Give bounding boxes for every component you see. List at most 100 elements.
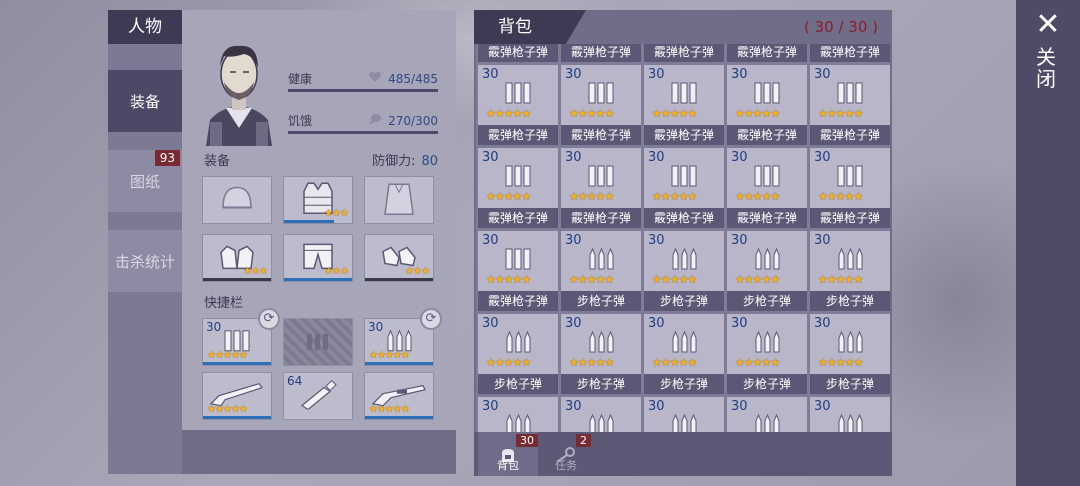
backpack-item[interactable]: 霰弹枪子弹 bbox=[727, 44, 807, 62]
item-stars: ★★★★★ bbox=[818, 273, 863, 286]
helmet-icon bbox=[222, 186, 252, 209]
backpack-item[interactable]: 30 ★★★★★ 步枪子弹 bbox=[561, 231, 641, 311]
backpack-item[interactable]: 30 ★★★★★ 霰弹枪子弹 bbox=[478, 148, 558, 228]
backpack-item[interactable]: 30 ★★★★★ 霰弹枪子弹 bbox=[644, 148, 724, 228]
equip-slot-shoes[interactable]: ★★★ bbox=[364, 234, 434, 282]
item-name: 霰弹枪子弹 bbox=[478, 44, 558, 62]
item-count: 30 bbox=[731, 316, 748, 331]
backpack-item[interactable]: 30 ★★★★★ 步枪子弹 bbox=[810, 231, 890, 311]
quickbar-slot-4-bar bbox=[203, 416, 271, 419]
item-stars: ★★★★★ bbox=[735, 273, 780, 286]
rifle-ammo-icon bbox=[503, 330, 533, 358]
equip-slot-gloves[interactable]: ★★★ bbox=[202, 234, 272, 282]
equip-slot-cloak[interactable] bbox=[364, 176, 434, 224]
backpack-item[interactable]: 30 ★★★★★ 霰弹枪子弹 bbox=[727, 148, 807, 228]
item-count: 30 bbox=[648, 399, 665, 414]
backpack-tab-badge: 30 bbox=[516, 434, 538, 447]
item-count: 30 bbox=[814, 67, 831, 82]
tab-equipment[interactable]: 装备 bbox=[108, 70, 182, 132]
shotgun-shells-icon bbox=[586, 81, 616, 109]
heart-icon bbox=[368, 71, 382, 82]
pants-durability-bar bbox=[284, 278, 352, 281]
backpack-item[interactable]: 霰弹枪子弹 bbox=[561, 44, 641, 62]
item-count: 30 bbox=[648, 233, 665, 248]
backpack-item[interactable]: 30 ★★★★★ 步枪子弹 bbox=[810, 314, 890, 394]
defense-label: 防御力: bbox=[372, 154, 416, 169]
character-portrait bbox=[196, 34, 282, 146]
quickbar-slot-6[interactable]: ★★★★★ bbox=[364, 372, 434, 420]
close-label[interactable]: 关闭 bbox=[1036, 46, 1060, 90]
health-label: 健康 bbox=[288, 72, 313, 86]
equip-slot-pants[interactable]: ★★★ bbox=[283, 234, 353, 282]
backpack-footer: 30 背包 2 任务 bbox=[474, 432, 892, 476]
equip-slot-armor[interactable]: ★★★ bbox=[283, 176, 353, 224]
backpack-item[interactable]: 30 bbox=[727, 397, 807, 432]
backpack-item[interactable]: 30 ★★★★★ 霰弹枪子弹 bbox=[561, 148, 641, 228]
shotgun-shells-icon bbox=[752, 81, 782, 109]
backpack-item[interactable]: 30 ★★★★★ 步枪子弹 bbox=[561, 314, 641, 394]
item-stars: ★★★★★ bbox=[569, 273, 614, 286]
backpack-item[interactable]: 30 ★★★★★ 步枪子弹 bbox=[644, 314, 724, 394]
refresh-icon[interactable]: ⟳ bbox=[420, 308, 442, 330]
shotgun-shells-icon bbox=[835, 81, 865, 109]
item-name: 霰弹枪子弹 bbox=[727, 125, 807, 145]
backpack-item[interactable]: 30 ★★★★★ 霰弹枪子弹 bbox=[644, 65, 724, 145]
meat-icon bbox=[368, 114, 381, 125]
backpack-item[interactable]: 30 ★★★★★ 步枪子弹 bbox=[644, 231, 724, 311]
backpack-item[interactable]: 30 ★★★★★ 步枪子弹 bbox=[478, 314, 558, 394]
health-stat: 健康 485/485 bbox=[288, 66, 438, 92]
item-count: 30 bbox=[648, 316, 665, 331]
refresh-icon[interactable]: ⟳ bbox=[258, 308, 280, 330]
equipment-title: 装备 bbox=[204, 154, 231, 169]
tasks-tab-badge: 2 bbox=[576, 434, 591, 447]
backpack-item[interactable]: 30 bbox=[644, 397, 724, 432]
tab-kill-stats[interactable]: 击杀统计 bbox=[108, 230, 182, 292]
backpack-item[interactable]: 30 ★★★★★ 霰弹枪子弹 bbox=[810, 65, 890, 145]
backpack-item[interactable]: 30 ★★★★★ 霰弹枪子弹 bbox=[727, 65, 807, 145]
quickbar-slot-5[interactable]: 64 bbox=[283, 372, 353, 420]
item-name: 霰弹枪子弹 bbox=[561, 44, 641, 62]
quickbar-slot-4[interactable]: ★★★★★ bbox=[202, 372, 272, 420]
hunger-stat: 饥饿 270/300 bbox=[288, 108, 438, 134]
shotgun-shells-icon bbox=[835, 164, 865, 192]
item-count: 30 bbox=[482, 150, 499, 165]
backpack-grid: 霰弹枪子弹 霰弹枪子弹 霰弹枪子弹 霰弹枪子弹 霰弹枪子弹 30 ★★★★★ 霰弹枪子弹 30 ★… bbox=[476, 44, 890, 432]
backpack-item[interactable]: 30 ★★★★★ 霰弹枪子弹 bbox=[561, 65, 641, 145]
tab-backpack[interactable]: 30 背包 bbox=[478, 432, 538, 476]
tab-tasks[interactable]: 2 任务 bbox=[536, 432, 596, 476]
backpack-item[interactable]: 30 ★★★★★ 霰弹枪子弹 bbox=[810, 148, 890, 228]
backpack-item[interactable]: 霰弹枪子弹 bbox=[478, 44, 558, 62]
backpack-item[interactable]: 30 ★★★★★ 步枪子弹 bbox=[727, 314, 807, 394]
item-count: 30 bbox=[814, 316, 831, 331]
item-name: 步枪子弹 bbox=[810, 291, 890, 311]
item-count: 30 bbox=[482, 233, 499, 248]
quickbar-slot-2[interactable] bbox=[283, 318, 353, 366]
item-count: 30 bbox=[648, 67, 665, 82]
backpack-item[interactable]: 霰弹枪子弹 bbox=[644, 44, 724, 62]
quickbar-slot-1-count: 30 bbox=[206, 320, 222, 334]
equip-slot-helmet[interactable] bbox=[202, 176, 272, 224]
backpack-item[interactable]: 30 ★★★★★ 霰弹枪子弹 bbox=[478, 231, 558, 311]
backpack-item[interactable]: 30 bbox=[810, 397, 890, 432]
quickbar-slot-3-bar bbox=[365, 362, 433, 365]
item-stars: ★★★★★ bbox=[486, 107, 531, 120]
item-stars: ★★★★★ bbox=[569, 190, 614, 203]
item-count: 30 bbox=[482, 316, 499, 331]
item-stars: ★★★★★ bbox=[486, 273, 531, 286]
item-count: 30 bbox=[731, 233, 748, 248]
quickbar-slot-4-stars: ★★★★★ bbox=[207, 404, 248, 415]
backpack-item[interactable]: 30 bbox=[561, 397, 641, 432]
backpack-item[interactable]: 30 ★★★★★ 步枪子弹 bbox=[727, 231, 807, 311]
item-count: 30 bbox=[731, 150, 748, 165]
backpack-item[interactable]: 30 ★★★★★ 霰弹枪子弹 bbox=[478, 65, 558, 145]
tab-blueprints[interactable]: 图纸 93 bbox=[108, 150, 182, 212]
item-count: 30 bbox=[814, 150, 831, 165]
item-count: 30 bbox=[731, 399, 748, 414]
close-panel[interactable]: ✕ 关闭 bbox=[1016, 0, 1080, 486]
backpack-item[interactable]: 霰弹枪子弹 bbox=[810, 44, 890, 62]
backpack-item[interactable]: 30 bbox=[478, 397, 558, 432]
item-stars: ★★★★★ bbox=[569, 356, 614, 369]
gloves-stars: ★★★ bbox=[243, 266, 268, 277]
close-icon[interactable]: ✕ bbox=[1030, 8, 1066, 44]
item-name: 霰弹枪子弹 bbox=[810, 44, 890, 62]
